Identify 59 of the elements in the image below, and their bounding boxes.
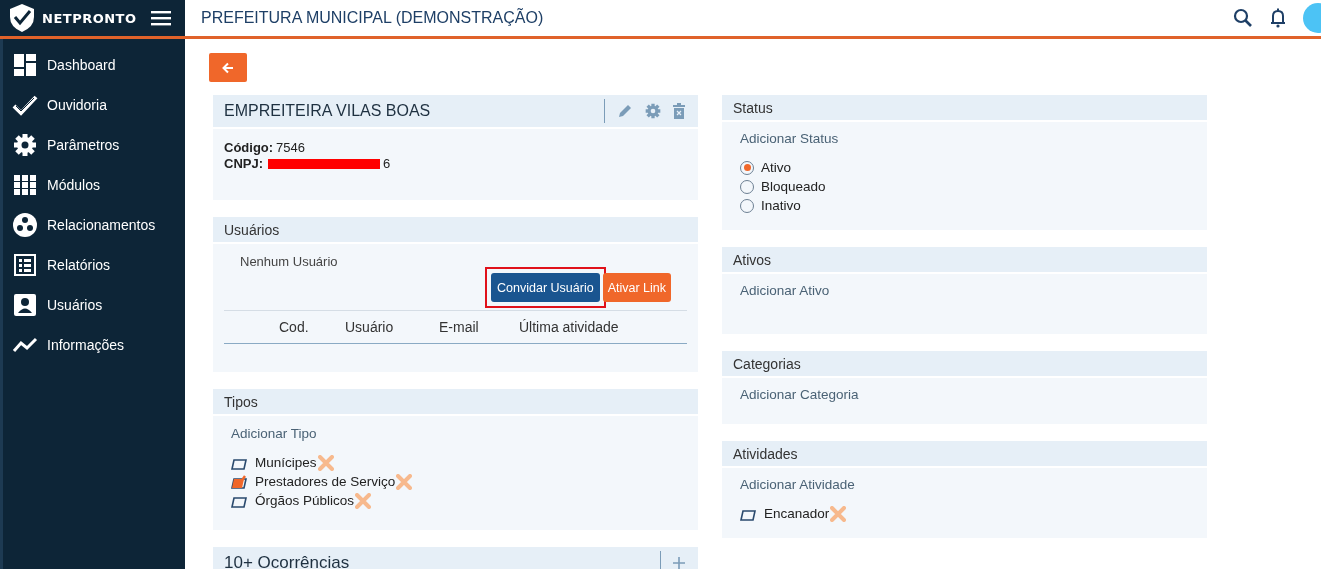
cnpj-value: 6 <box>383 156 391 172</box>
gear-icon[interactable] <box>645 103 661 119</box>
column-header: Cod. <box>279 319 310 335</box>
grid-icon <box>14 175 36 195</box>
page-title: PREFEITURA MUNICIPAL (DEMONSTRAÇÃO) <box>201 9 544 27</box>
code-value: 7546 <box>276 140 305 156</box>
menu-icon[interactable] <box>150 10 171 26</box>
sidebar-item[interactable]: Dashboard <box>47 57 116 73</box>
activity-label: Encanador <box>764 506 830 521</box>
sidebar-item[interactable]: Módulos <box>47 177 100 193</box>
cnpj-label: CNPJ: <box>224 156 263 172</box>
trash-icon[interactable] <box>673 103 685 119</box>
add-status-link[interactable]: Adicionar Status <box>740 131 1189 146</box>
type-label: Órgãos Públicos <box>255 493 355 508</box>
add-type-link[interactable]: Adicionar Tipo <box>231 426 680 441</box>
type-label: Prestadores de Serviço <box>255 474 396 489</box>
column-header: E-mail <box>439 319 480 335</box>
checked-checkbox-icon[interactable] <box>231 474 248 489</box>
add-category-link[interactable]: Adicionar Categoria <box>740 387 1189 402</box>
card-title: Tipos <box>224 393 258 410</box>
status-label: Bloqueado <box>761 179 826 194</box>
empty-message: Nenhum Usuário <box>239 254 339 269</box>
invite-button[interactable]: Convidar Usuário <box>491 273 600 302</box>
type-label: Munícipes <box>255 455 317 470</box>
card-title: Status <box>733 99 773 116</box>
column-header: Usuário <box>345 319 395 335</box>
circle-dots-icon <box>13 213 37 237</box>
pencil-icon[interactable] <box>617 103 633 119</box>
plus-icon[interactable] <box>673 557 685 569</box>
sidebar-item[interactable]: Usuários <box>47 297 103 313</box>
gear-icon <box>13 133 37 157</box>
sidebar-item[interactable]: Informações <box>47 337 125 353</box>
code-label: Código: <box>224 140 274 156</box>
line-chart-icon <box>12 336 38 354</box>
sidebar-item[interactable]: Relacionamentos <box>47 217 156 233</box>
column-header: Última atividade <box>519 319 619 335</box>
status-label: Inativo <box>761 198 801 213</box>
bell-icon[interactable] <box>1269 8 1287 28</box>
search-icon[interactable] <box>1233 8 1253 28</box>
card-title: 10+ Ocorrências <box>224 553 350 569</box>
logo-icon <box>8 3 36 33</box>
add-asset-link[interactable]: Adicionar Ativo <box>740 283 1189 298</box>
card-title: Ativos <box>733 251 772 268</box>
list-icon <box>14 254 36 276</box>
sidebar-item[interactable]: Relatórios <box>47 257 111 273</box>
card-title: Categorias <box>733 355 801 372</box>
arrow-left-icon <box>222 61 234 74</box>
sidebar-item[interactable]: Ouvidoria <box>47 97 107 113</box>
add-activity-link[interactable]: Adicionar Atividade <box>740 477 1189 492</box>
user-icon <box>14 294 36 316</box>
entity-name: EMPREITEIRA VILAS BOAS <box>224 102 431 120</box>
sidebar-item[interactable]: Parâmetros <box>47 137 120 153</box>
card-title: Atividades <box>733 445 798 462</box>
back-button[interactable] <box>209 53 247 82</box>
checkmark-icon <box>12 94 38 116</box>
card-title: Usuários <box>224 221 280 238</box>
dashboard-icon <box>14 54 36 76</box>
status-label: Ativo <box>761 160 791 175</box>
brand-name: NETPRONTO <box>42 10 137 26</box>
